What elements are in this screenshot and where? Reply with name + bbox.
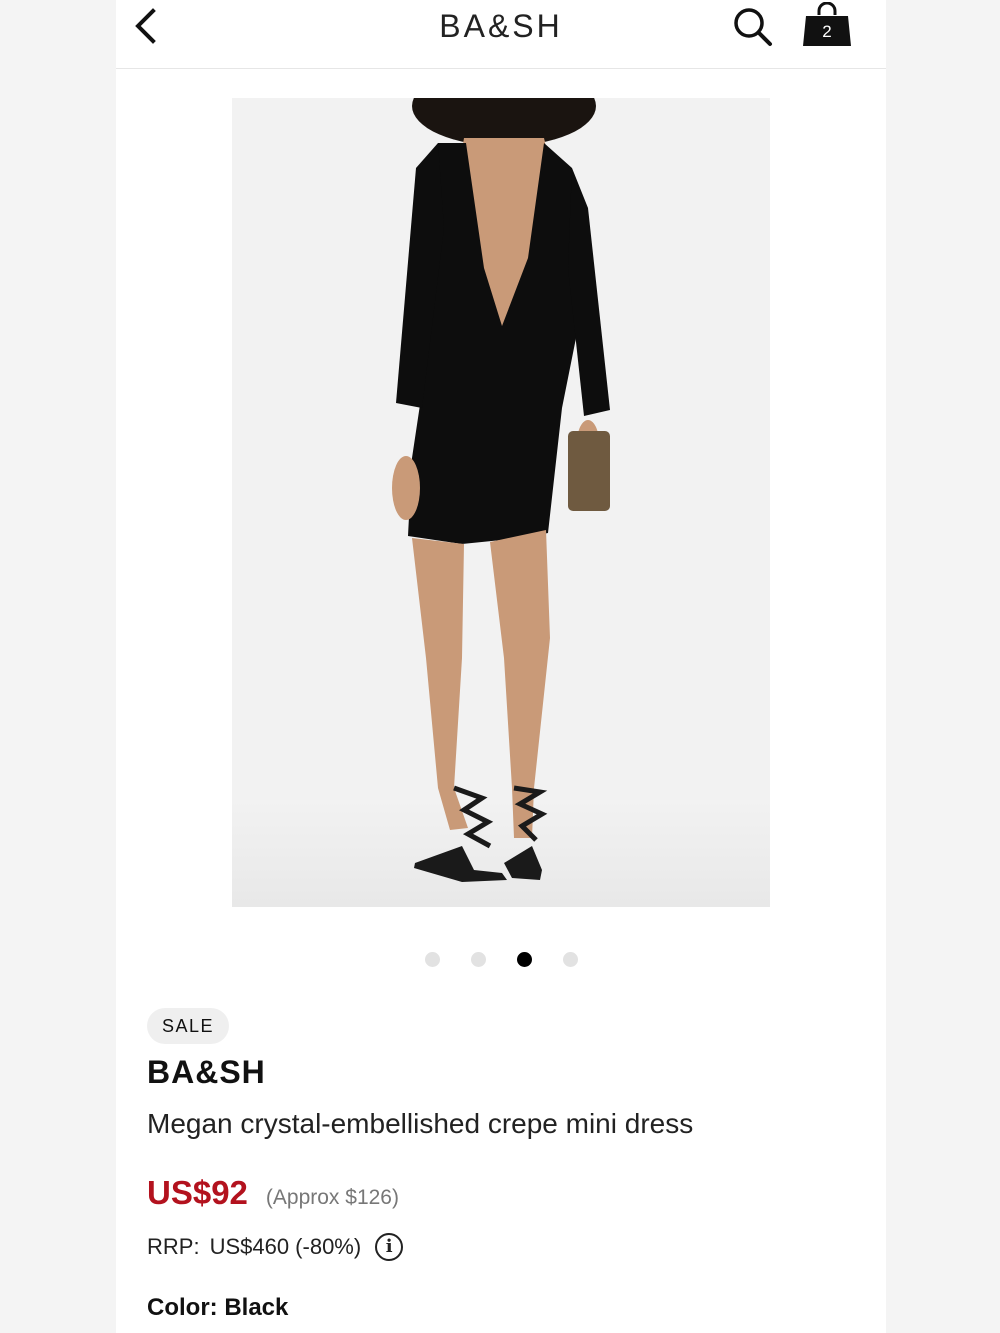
price-row: US$92 (Approx $126) xyxy=(147,1174,399,1212)
product-page: BA&SH 2 SALE BA&SH Megan crystal-embelli… xyxy=(116,0,886,1333)
carousel-dot[interactable] xyxy=(424,952,440,967)
search-icon xyxy=(734,8,772,46)
bag-count-badge: 2 xyxy=(822,22,832,41)
color-value: Black xyxy=(224,1294,289,1321)
search-button[interactable] xyxy=(730,4,776,50)
app-header: BA&SH 2 xyxy=(116,0,886,69)
info-icon[interactable]: i xyxy=(375,1233,404,1261)
product-image[interactable] xyxy=(232,98,770,907)
rrp-label: RRP: xyxy=(147,1234,200,1259)
sale-price: US$92 xyxy=(147,1174,248,1211)
rrp-row: RRP: US$460 (-80%) i xyxy=(147,1233,404,1261)
sale-badge: SALE xyxy=(147,1008,230,1044)
color-label: Color: xyxy=(147,1294,218,1321)
product-name: Megan crystal-embellished crepe mini dre… xyxy=(147,1108,694,1139)
rrp-value: US$460 (-80%) xyxy=(209,1234,362,1259)
approx-price: (Approx $126) xyxy=(265,1186,399,1209)
carousel-dot[interactable] xyxy=(470,952,486,967)
model-figure xyxy=(392,98,610,882)
product-brand[interactable]: BA&SH xyxy=(147,1054,266,1091)
carousel-dot[interactable] xyxy=(562,952,578,967)
color-selector: Color: Black xyxy=(147,1294,288,1322)
shopping-bag-button[interactable]: 2 xyxy=(800,2,854,50)
image-carousel-dots xyxy=(116,952,886,967)
carousel-dot-active[interactable] xyxy=(516,952,532,967)
